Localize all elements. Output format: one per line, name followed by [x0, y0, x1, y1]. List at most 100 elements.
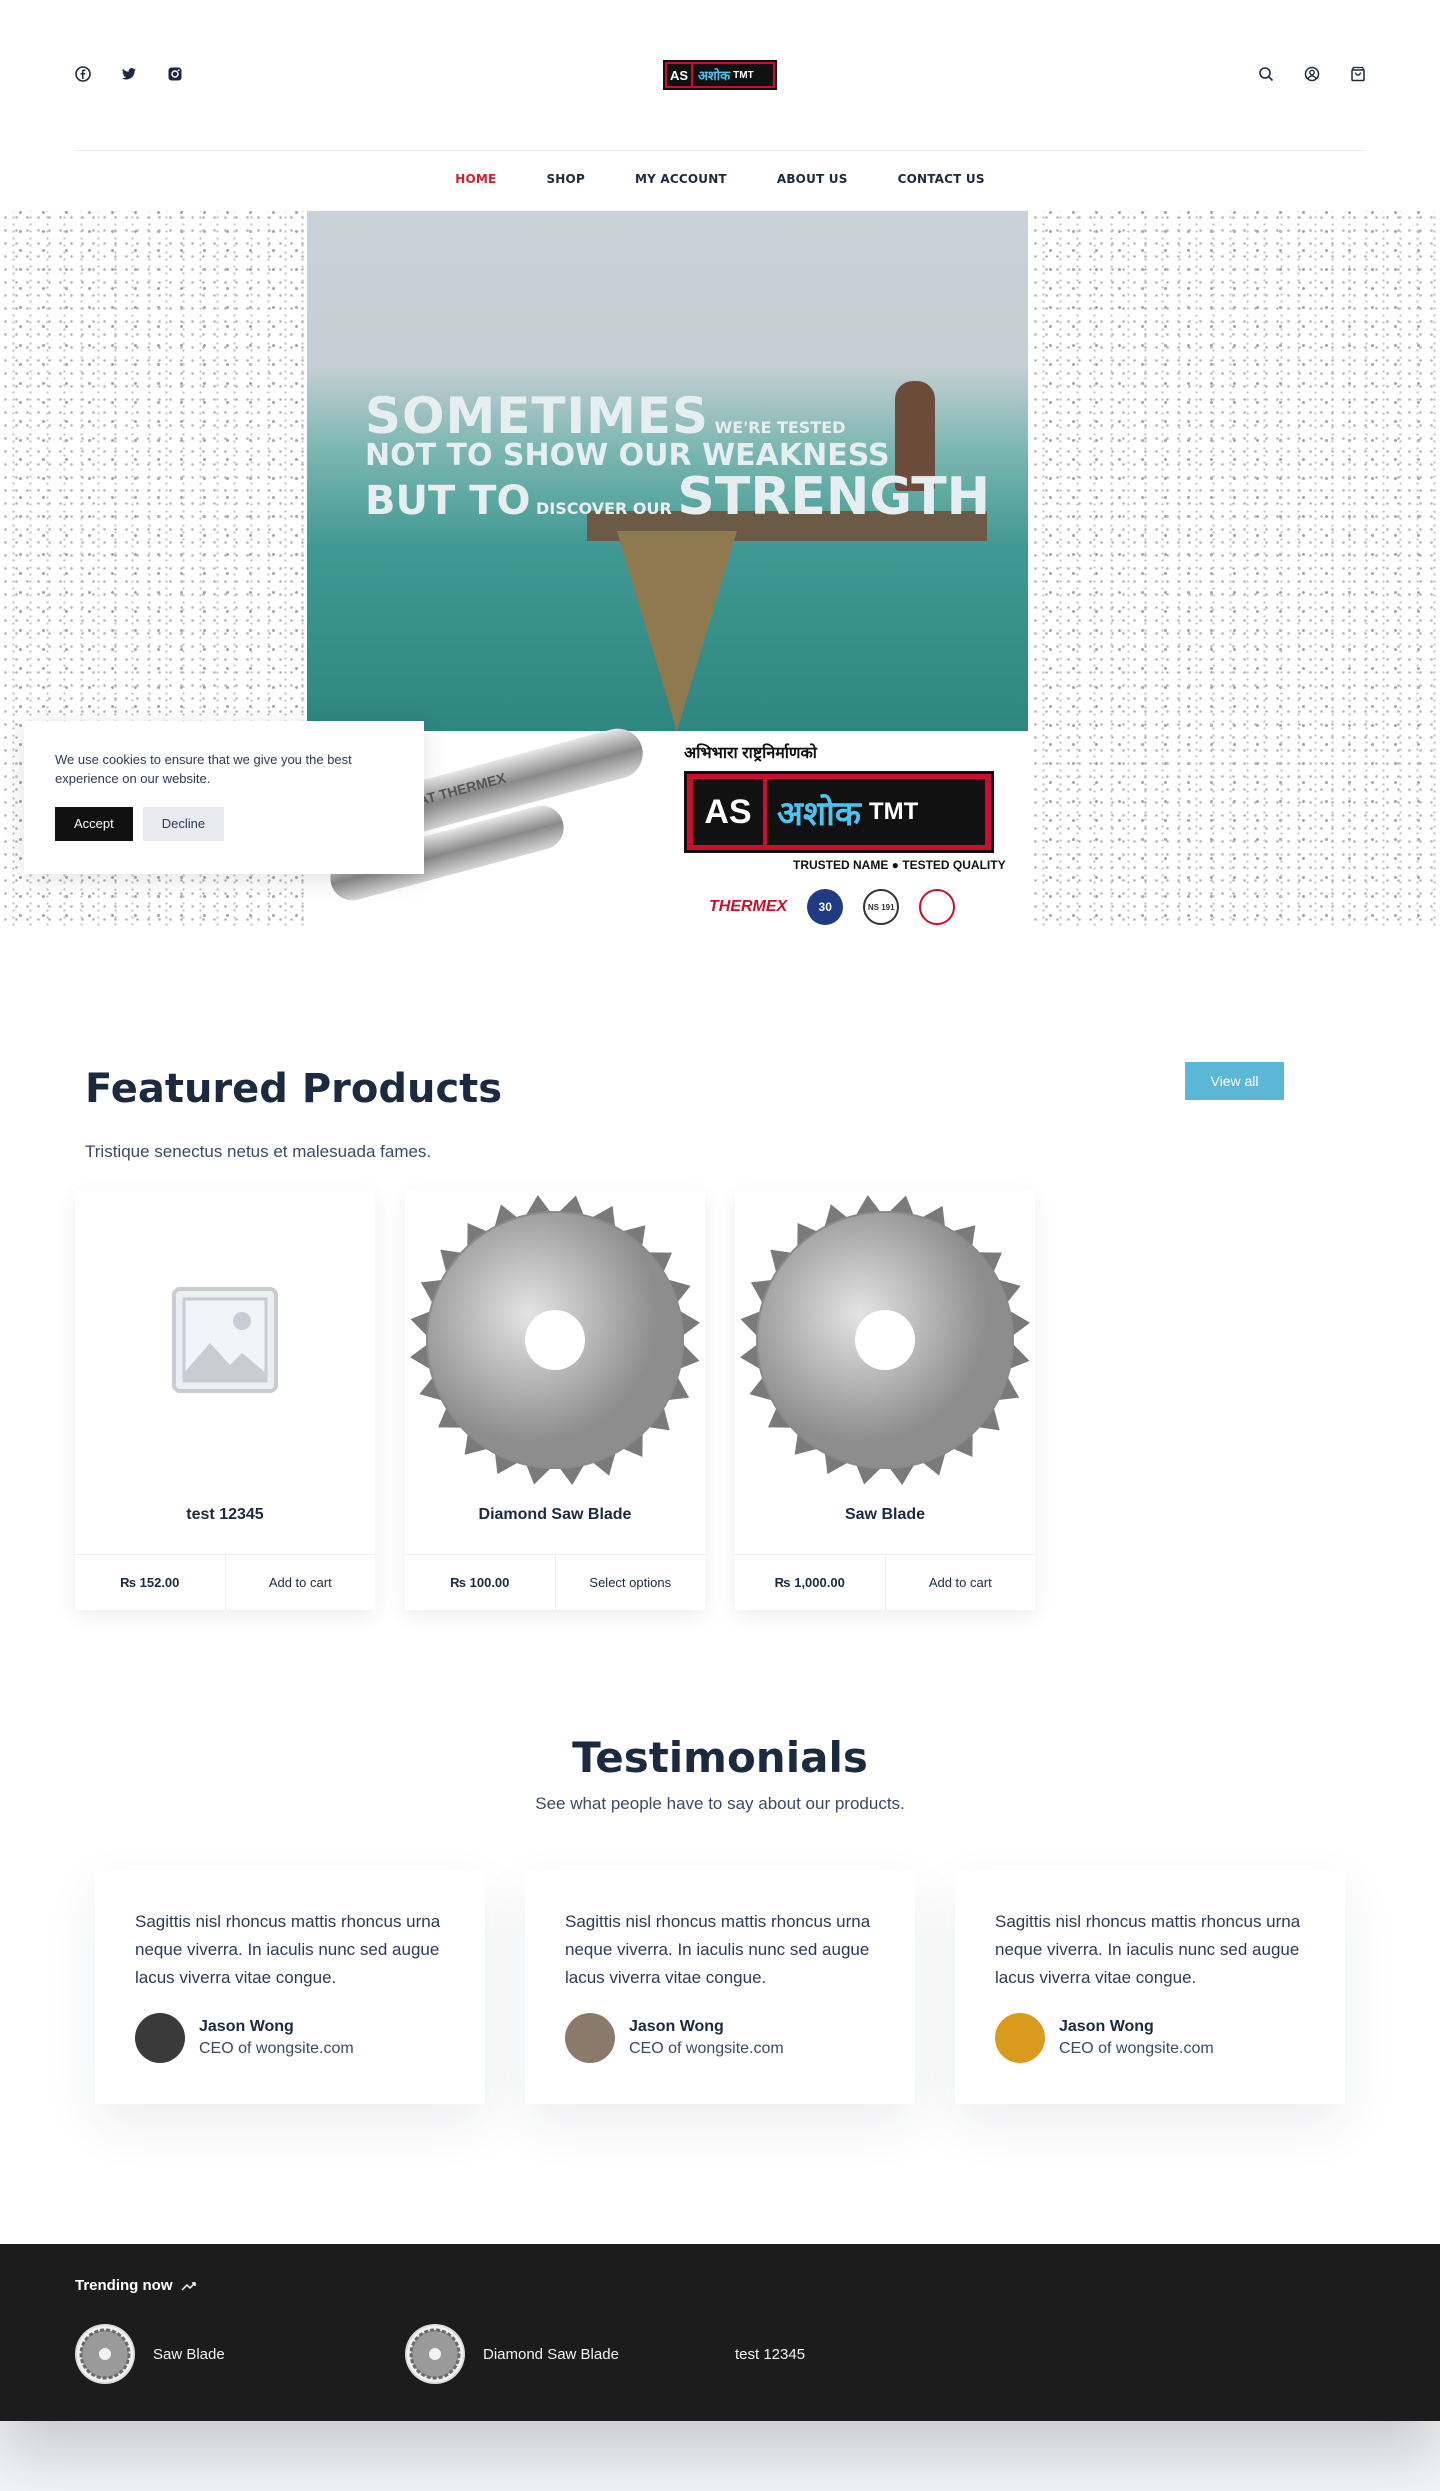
site-logo[interactable]: AS अशोक TMT	[663, 60, 777, 90]
brand-logo-name: अशोक	[777, 795, 862, 833]
testimonial-list: Sagittis nisl rhoncus mattis rhoncus urn…	[95, 1870, 1345, 2104]
headline-strength: STRENGTH	[677, 467, 991, 527]
decline-cookies-button[interactable]: Decline	[142, 806, 225, 841]
instagram-icon[interactable]	[167, 66, 183, 82]
testimonial-card: Sagittis nisl rhoncus mattis rhoncus urn…	[955, 1870, 1345, 2104]
trending-title: Trending now	[75, 2277, 173, 2294]
brand-logo-mark: AS	[693, 779, 763, 845]
view-all-button[interactable]: View all	[1185, 1062, 1284, 1100]
testimonial-card: Sagittis nisl rhoncus mattis rhoncus urn…	[525, 1870, 915, 2104]
add-to-cart-button[interactable]: Add to cart	[886, 1555, 1036, 1610]
product-image[interactable]	[75, 1190, 375, 1490]
product-price: ₨ 100.00	[405, 1555, 556, 1610]
brand-slogan: अभिभारा राष्ट्रनिर्माणको	[684, 745, 817, 762]
logo-mark: AS	[667, 64, 691, 86]
headline-tested: WE'RE TESTED	[714, 418, 846, 437]
nav-contact-us[interactable]: CONTACT US	[898, 172, 985, 186]
accept-cookies-button[interactable]: Accept	[55, 806, 133, 841]
logo-tmt-text: TMT	[733, 69, 754, 81]
add-to-cart-button[interactable]: Add to cart	[226, 1555, 376, 1610]
cookie-banner: We use cookies to ensure that we give yo…	[24, 721, 424, 874]
product-image[interactable]	[405, 1190, 705, 1490]
saw-blade-image	[740, 1195, 1030, 1485]
testimonial-author: Jason Wong CEO of wongsite.com	[565, 2013, 784, 2063]
testimonial-author: Jason Wong CEO of wongsite.com	[135, 2013, 354, 2063]
product-footer: ₨ 1,000.00 Add to cart	[735, 1554, 1035, 1610]
featured-title: Featured Products	[85, 1066, 503, 1112]
trending-up-icon	[180, 2281, 196, 2291]
avatar	[565, 2013, 615, 2063]
testimonial-quote: Sagittis nisl rhoncus mattis rhoncus urn…	[135, 1912, 441, 1988]
header-actions	[1258, 66, 1366, 82]
trending-item[interactable]: test 12345	[735, 2346, 805, 2363]
testimonials-subtitle: See what people have to say about our pr…	[535, 1794, 905, 1813]
product-name[interactable]: Saw Blade	[735, 1506, 1035, 1524]
product-image[interactable]	[735, 1190, 1035, 1490]
trending-name[interactable]: Diamond Saw Blade	[483, 2346, 619, 2363]
avatar	[995, 2013, 1045, 2063]
headline-sometimes: SOMETIMES	[365, 387, 710, 445]
product-card[interactable]: Saw Blade ₨ 1,000.00 Add to cart	[735, 1190, 1035, 1610]
ns-certification-badge: NS 191	[863, 889, 900, 925]
product-name[interactable]: Diamond Saw Blade	[405, 1506, 705, 1524]
headline-discover: DISCOVER OUR	[536, 499, 672, 518]
saw-blade-thumb	[407, 2326, 463, 2382]
author-role: CEO of wongsite.com	[629, 2040, 784, 2057]
trending-thumbnail[interactable]	[405, 2324, 465, 2384]
saw-blade-image	[410, 1195, 700, 1485]
nav-my-account[interactable]: MY ACCOUNT	[635, 172, 727, 186]
author-name: Jason Wong	[1059, 2018, 1154, 2035]
anniversary-badge: 30	[807, 889, 844, 925]
nav-shop[interactable]: SHOP	[546, 172, 584, 186]
testimonial-quote: Sagittis nisl rhoncus mattis rhoncus urn…	[565, 1912, 871, 1988]
social-links	[75, 66, 183, 82]
cart-icon[interactable]	[1350, 66, 1366, 82]
brand-logo-tmt: TMT	[869, 798, 919, 825]
trending-list: Saw Blade Diamond Saw Blade test 12345	[75, 2324, 805, 2384]
nav-home[interactable]: HOME	[455, 172, 496, 186]
logo-brand-text: अशोक	[698, 68, 731, 83]
trending-thumbnail[interactable]	[75, 2324, 135, 2384]
product-footer: ₨ 152.00 Add to cart	[75, 1554, 375, 1610]
nav-about-us[interactable]: ABOUT US	[777, 172, 848, 186]
featured-subtitle: Tristique senectus netus et malesuada fa…	[85, 1142, 432, 1161]
testimonial-quote: Sagittis nisl rhoncus mattis rhoncus urn…	[995, 1912, 1301, 1988]
product-price: ₨ 1,000.00	[735, 1555, 886, 1610]
headline-but-to: BUT TO	[365, 478, 531, 524]
trending-name[interactable]: test 12345	[735, 2346, 805, 2363]
main-nav: HOME SHOP MY ACCOUNT ABOUT US CONTACT US	[0, 172, 1440, 186]
saw-blade-thumb	[77, 2326, 133, 2382]
author-role: CEO of wongsite.com	[199, 2040, 354, 2057]
hero-photo: SOMETIMES WE'RE TESTED NOT TO SHOW OUR W…	[307, 211, 1028, 731]
author-role: CEO of wongsite.com	[1059, 2040, 1214, 2057]
product-card[interactable]: Diamond Saw Blade ₨ 100.00 Select option…	[405, 1190, 705, 1610]
quality-badge	[919, 889, 956, 925]
testimonial-card: Sagittis nisl rhoncus mattis rhoncus urn…	[95, 1870, 485, 2104]
search-icon[interactable]	[1258, 66, 1274, 82]
product-grid: test 12345 ₨ 152.00 Add to cart Diamond …	[75, 1190, 1035, 1610]
trending-name[interactable]: Saw Blade	[153, 2346, 225, 2363]
product-card[interactable]: test 12345 ₨ 152.00 Add to cart	[75, 1190, 375, 1610]
twitter-icon[interactable]	[121, 66, 137, 82]
header-divider	[75, 150, 1365, 151]
thermex-logo: THERMEX	[709, 898, 788, 915]
select-options-button[interactable]: Select options	[556, 1555, 706, 1610]
facebook-icon[interactable]	[75, 66, 91, 82]
certification-row: THERMEX 30 NS 191	[709, 889, 956, 925]
brand-logo-large: AS अशोक TMT	[684, 771, 994, 853]
placeholder-image-icon	[172, 1287, 278, 1393]
cookie-actions: Accept Decline	[55, 806, 393, 841]
author-name: Jason Wong	[629, 2018, 724, 2035]
author-name: Jason Wong	[199, 2018, 294, 2035]
account-icon[interactable]	[1304, 66, 1320, 82]
logo-wordmark: अशोक TMT	[693, 64, 773, 86]
testimonial-author: Jason Wong CEO of wongsite.com	[995, 2013, 1214, 2063]
page: AS अशोक TMT HOME SHOP MY ACCOUNT ABOUT US…	[0, 0, 1440, 2421]
cookie-text: We use cookies to ensure that we give yo…	[55, 752, 352, 786]
product-name[interactable]: test 12345	[75, 1506, 375, 1524]
trending-item[interactable]: Diamond Saw Blade	[405, 2324, 735, 2384]
trending-item[interactable]: Saw Blade	[75, 2324, 405, 2384]
hero-headline: SOMETIMES WE'RE TESTED NOT TO SHOW OUR W…	[365, 391, 990, 523]
walkway-shape	[617, 531, 737, 731]
product-price: ₨ 152.00	[75, 1555, 226, 1610]
